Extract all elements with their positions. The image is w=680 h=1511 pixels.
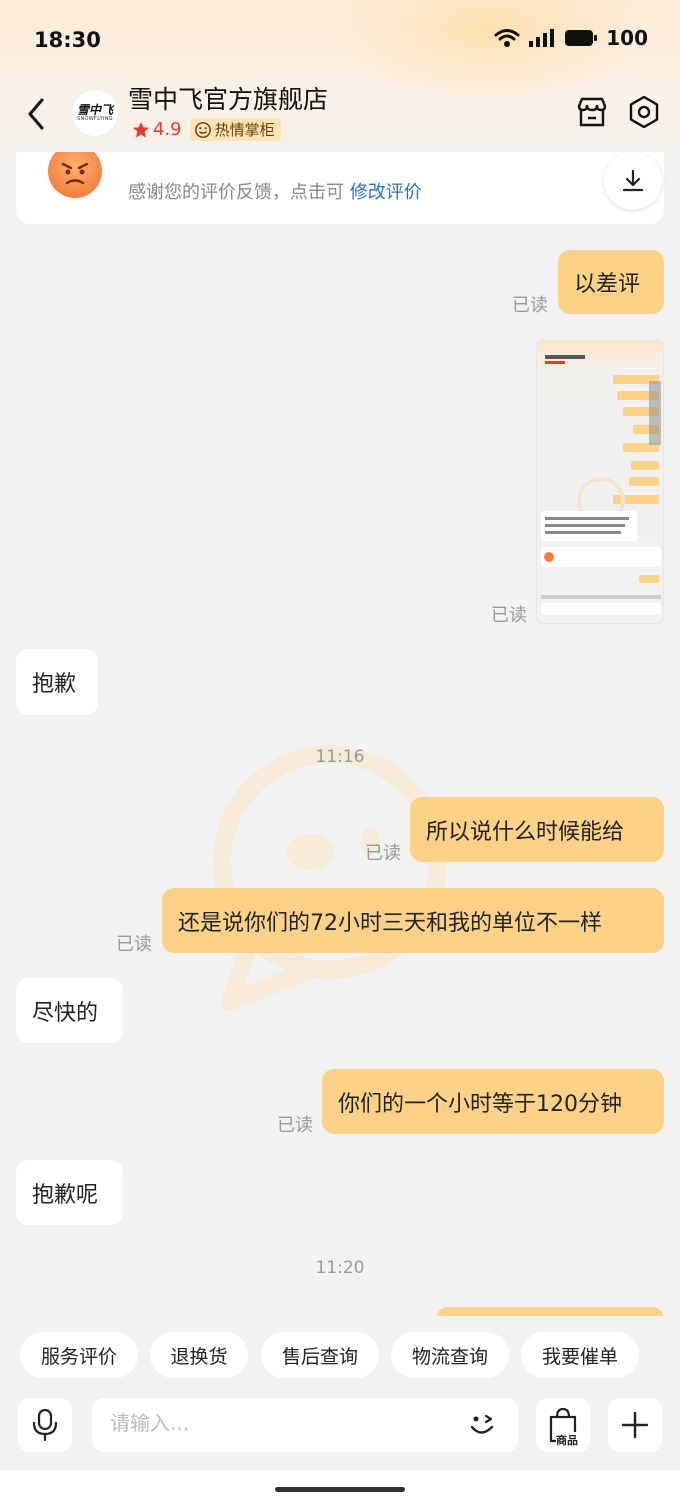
watermark-logo bbox=[213, 745, 447, 1011]
home-indicator[interactable] bbox=[275, 1487, 405, 1492]
store-avatar[interactable]: 雪中飞 SNOWFLYING bbox=[72, 90, 118, 136]
store-logo-text: 雪中飞 bbox=[76, 103, 113, 117]
quick-action-aftersales[interactable]: 售后查询 bbox=[261, 1332, 379, 1378]
store-rating: 4.9 bbox=[132, 119, 182, 140]
read-receipt: 已读 bbox=[365, 843, 401, 864]
message-input[interactable] bbox=[110, 1411, 450, 1435]
input-bar: 商品 bbox=[0, 1396, 680, 1456]
quick-action-logistics[interactable]: 物流查询 bbox=[391, 1332, 509, 1378]
review-text-prefix: 感谢您的评价反馈，点击可 bbox=[128, 182, 344, 203]
read-receipt: 已读 bbox=[277, 1115, 313, 1136]
rating-value: 4.9 bbox=[153, 119, 182, 140]
read-receipt: 已读 bbox=[491, 605, 527, 626]
modify-review-link[interactable]: 修改评价 bbox=[350, 182, 422, 203]
battery-level: 100 bbox=[606, 26, 648, 50]
my-message-bubble[interactable]: 所以说什么时候能给 bbox=[410, 797, 664, 862]
my-message-bubble[interactable]: 还是说你们的72小时三天和我的单位不一样 bbox=[162, 888, 664, 953]
store-name[interactable]: 雪中飞官方旗舰店 bbox=[128, 80, 328, 116]
quick-action-return-exchange[interactable]: 退换货 bbox=[150, 1332, 248, 1378]
status-icons: 100 bbox=[494, 26, 648, 50]
my-message-bubble-partial[interactable] bbox=[436, 1307, 664, 1316]
badge-label: 热情掌柜 bbox=[214, 121, 275, 139]
their-message-bubble[interactable]: 抱歉呢 bbox=[16, 1160, 123, 1225]
chat-timestamp: 11:20 bbox=[315, 1258, 365, 1278]
their-message-bubble[interactable]: 尽快的 bbox=[16, 978, 123, 1043]
star-icon bbox=[132, 121, 150, 138]
microphone-icon bbox=[32, 1408, 58, 1442]
message-input-box[interactable] bbox=[92, 1398, 518, 1452]
status-time: 18:30 bbox=[34, 28, 101, 52]
goods-button[interactable]: 商品 bbox=[536, 1398, 590, 1452]
chat-timestamp: 11:16 bbox=[315, 747, 365, 767]
voice-button[interactable] bbox=[18, 1398, 72, 1452]
read-receipt: 已读 bbox=[116, 934, 152, 955]
my-message-bubble[interactable]: 你们的一个小时等于120分钟 bbox=[322, 1069, 664, 1134]
signal-icon bbox=[529, 29, 555, 47]
plus-icon bbox=[621, 1411, 649, 1439]
back-icon[interactable] bbox=[22, 96, 52, 132]
battery-icon bbox=[565, 30, 598, 46]
store-logo-sub: SNOWFLYING bbox=[77, 116, 113, 122]
download-button[interactable] bbox=[604, 152, 662, 210]
download-icon bbox=[622, 169, 644, 192]
quick-action-service-review[interactable]: 服务评价 bbox=[20, 1332, 138, 1378]
goods-label: 商品 bbox=[556, 1432, 578, 1448]
review-card[interactable]: 感谢您的评价反馈，点击可 修改评价 bbox=[16, 152, 664, 224]
smile-badge-icon bbox=[194, 121, 211, 138]
wifi-icon bbox=[494, 29, 520, 47]
quick-actions: 服务评价 退换货 售后查询 物流查询 我要催单 bbox=[0, 1330, 680, 1382]
emoji-icon[interactable] bbox=[466, 1410, 500, 1440]
quick-action-urge-order[interactable]: 我要催单 bbox=[521, 1332, 639, 1378]
chat-area[interactable]: 感谢您的评价反馈，点击可 修改评价 已读 以差评 已读 抱歉 11:16 已读 … bbox=[0, 152, 680, 1316]
chat-header: 雪中飞 SNOWFLYING 雪中飞官方旗舰店 4.9 热情掌柜 bbox=[0, 80, 680, 152]
more-button[interactable] bbox=[608, 1398, 662, 1452]
shop-icon[interactable] bbox=[574, 94, 610, 130]
settings-icon[interactable] bbox=[626, 94, 662, 130]
angry-face-icon bbox=[48, 152, 102, 198]
screenshot-image-message[interactable] bbox=[536, 340, 664, 624]
my-message-bubble[interactable]: 以差评 bbox=[558, 250, 664, 314]
review-text: 感谢您的评价反馈，点击可 修改评价 bbox=[128, 178, 422, 204]
read-receipt: 已读 bbox=[512, 295, 548, 316]
store-rating-row: 4.9 热情掌柜 bbox=[132, 118, 281, 141]
hospitality-badge: 热情掌柜 bbox=[189, 118, 281, 141]
status-bar: 18:30 100 bbox=[0, 0, 680, 80]
their-message-bubble[interactable]: 抱歉 bbox=[16, 649, 98, 715]
